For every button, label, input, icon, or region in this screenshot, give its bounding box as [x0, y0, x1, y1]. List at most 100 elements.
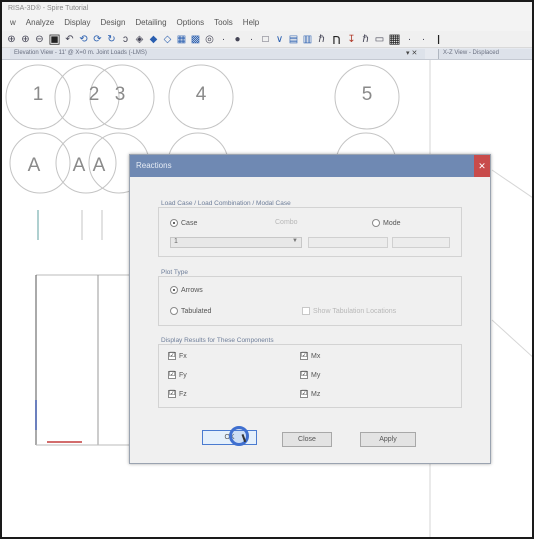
grid-label-a1: A	[27, 155, 41, 176]
mz-checkbox[interactable]: ☑ Mz	[300, 390, 320, 398]
case-radio-label: Case	[181, 219, 198, 227]
rotate-x-icon[interactable]: ⟲	[78, 34, 89, 45]
menu-detailing[interactable]: Detailing	[135, 18, 166, 29]
prev-view-icon[interactable]: ↶	[64, 34, 75, 45]
snap-icon[interactable]: ◆	[148, 34, 159, 45]
close-button[interactable]: Close	[282, 432, 332, 447]
fy-label: Fy	[179, 371, 187, 379]
fz-checkbox[interactable]: ☑ Fz	[168, 390, 187, 398]
chevron-down-icon: ▼	[292, 238, 298, 244]
plot-type-group	[158, 276, 462, 326]
model-view-icon[interactable]: ▦	[176, 34, 187, 45]
reactions-dialog: Reactions ✕ Load Case / Load Combination…	[129, 154, 491, 464]
combo-field[interactable]	[308, 237, 388, 248]
view-tabs: Elevation View - 11' @ X=0 m. Joint Load…	[2, 48, 532, 60]
grid-label-1: 1	[32, 84, 44, 105]
load-arrow-icon[interactable]: ↧	[346, 34, 357, 45]
menu-design[interactable]: Design	[100, 18, 125, 29]
dialog-title-bar[interactable]: Reactions ✕	[130, 155, 490, 177]
render-icon[interactable]: ◎	[204, 34, 215, 45]
separator-icon: ·	[407, 33, 412, 45]
separator-icon: ·	[249, 33, 254, 45]
zoom-window-icon[interactable]: ▣	[48, 31, 61, 46]
zoom-icon[interactable]: ⊕	[6, 34, 17, 45]
tabulated-radio-label: Tabulated	[181, 307, 212, 315]
mz-label: Mz	[311, 390, 321, 398]
mx-label: Mx	[311, 352, 321, 360]
menu-bar: w Analyze Display Design Detailing Optio…	[2, 16, 532, 31]
radio-unselected-icon	[170, 307, 178, 315]
member-loads-icon[interactable]: ℏ	[360, 34, 371, 45]
redraw-icon[interactable]: ↄ	[120, 34, 131, 45]
tab-elevation-view[interactable]: Elevation View - 11' @ X=0 m. Joint Load…	[10, 49, 425, 59]
menu-analyze[interactable]: Analyze	[26, 18, 54, 29]
draw-walls-icon[interactable]: ▥	[302, 34, 313, 45]
boundary-icon[interactable]: ℏ	[316, 34, 327, 45]
mode-radio-label: Mode	[383, 219, 401, 227]
area-loads-icon[interactable]: ▭	[374, 34, 385, 45]
combo-radio-label: Combo	[275, 219, 298, 226]
dialog-title: Reactions	[136, 161, 172, 170]
arrows-radio[interactable]: Arrows	[170, 286, 203, 294]
tabulated-radio[interactable]: Tabulated	[170, 307, 211, 315]
checkbox-checked-icon: ☑	[300, 352, 308, 360]
checkbox-checked-icon: ☑	[168, 371, 176, 379]
arrows-radio-label: Arrows	[181, 286, 203, 294]
mode-field[interactable]	[392, 237, 450, 248]
show-locations-checkbox[interactable]: Show Tabulation Locations	[302, 307, 396, 315]
plot-options-icon[interactable]: ▩	[190, 34, 201, 45]
results-icon[interactable]: ▦	[388, 31, 401, 46]
mx-checkbox[interactable]: ☑ Mx	[300, 352, 320, 360]
checkbox-icon	[302, 307, 310, 315]
zoom-out-icon[interactable]: ⊖	[34, 34, 45, 45]
separator-icon: ·	[421, 33, 426, 45]
zoom-in-icon[interactable]: ⊕	[20, 34, 31, 45]
grid-label-4: 4	[195, 84, 207, 105]
load-case-group-label: Load Case / Load Combination / Modal Cas…	[161, 200, 291, 207]
menu-options[interactable]: Options	[177, 18, 205, 29]
case-select[interactable]: 1 ▼	[170, 237, 302, 248]
menu-tools[interactable]: Tools	[214, 18, 233, 29]
app-window: RISA-3D® - Spire Tutorial w Analyze Disp…	[0, 0, 534, 539]
mouse-cursor-icon	[229, 426, 249, 446]
window-title: RISA-3D® - Spire Tutorial	[2, 2, 532, 16]
sphere-icon[interactable]: ●	[232, 34, 243, 45]
checkbox-checked-icon: ☑	[300, 390, 308, 398]
draw-plates-icon[interactable]: ▤	[288, 34, 299, 45]
menu-display[interactable]: Display	[64, 18, 90, 29]
combo-radio[interactable]: Combo	[275, 219, 298, 226]
my-checkbox[interactable]: ☑ My	[300, 371, 320, 379]
iso-view-icon[interactable]: ◈	[134, 34, 145, 45]
case-radio[interactable]: Case	[170, 219, 197, 227]
apply-button[interactable]: Apply	[360, 432, 416, 447]
menu-help[interactable]: Help	[243, 18, 259, 29]
show-locations-label: Show Tabulation Locations	[313, 307, 397, 315]
close-icon[interactable]: ✕	[474, 155, 490, 177]
mode-radio[interactable]: Mode	[372, 219, 401, 227]
radio-selected-icon	[170, 219, 178, 227]
checkbox-checked-icon: ☑	[168, 352, 176, 360]
fy-checkbox[interactable]: ☑ Fy	[168, 371, 187, 379]
case-select-value: 1	[174, 238, 178, 245]
rotate-z-icon[interactable]: ↻	[106, 34, 117, 45]
box-icon[interactable]: □	[260, 34, 271, 45]
grid-label-a3: A	[92, 155, 106, 176]
rotate-y-icon[interactable]: ⟳	[92, 34, 103, 45]
components-group-label: Display Results for These Components	[161, 337, 274, 344]
checkbox-checked-icon: ☑	[168, 390, 176, 398]
toolbar: ⊕ ⊕ ⊖ ▣ ↶ ⟲ ⟳ ↻ ↄ ◈ ◆ ◇ ▦ ▩ ◎ · ● · □ ∨ …	[2, 31, 532, 48]
radio-selected-icon	[170, 286, 178, 294]
checkbox-checked-icon: ☑	[300, 371, 308, 379]
my-label: My	[311, 371, 321, 379]
tab-xz-view[interactable]: X-Z View - Displaced	[438, 49, 532, 59]
grid-label-5: 5	[361, 84, 373, 105]
menu-file[interactable]: w	[10, 18, 16, 29]
section-icon[interactable]: I	[432, 32, 445, 47]
fx-checkbox[interactable]: ☑ Fx	[168, 352, 187, 360]
loads-icon[interactable]: ח	[330, 32, 343, 47]
draw-members-icon[interactable]: ∨	[274, 34, 285, 45]
radio-unselected-icon	[372, 219, 380, 227]
load-case-group	[158, 207, 462, 257]
graphic-options-icon[interactable]: ◇	[162, 34, 173, 45]
tab-close-icon[interactable]: ▾ ✕	[406, 49, 417, 57]
